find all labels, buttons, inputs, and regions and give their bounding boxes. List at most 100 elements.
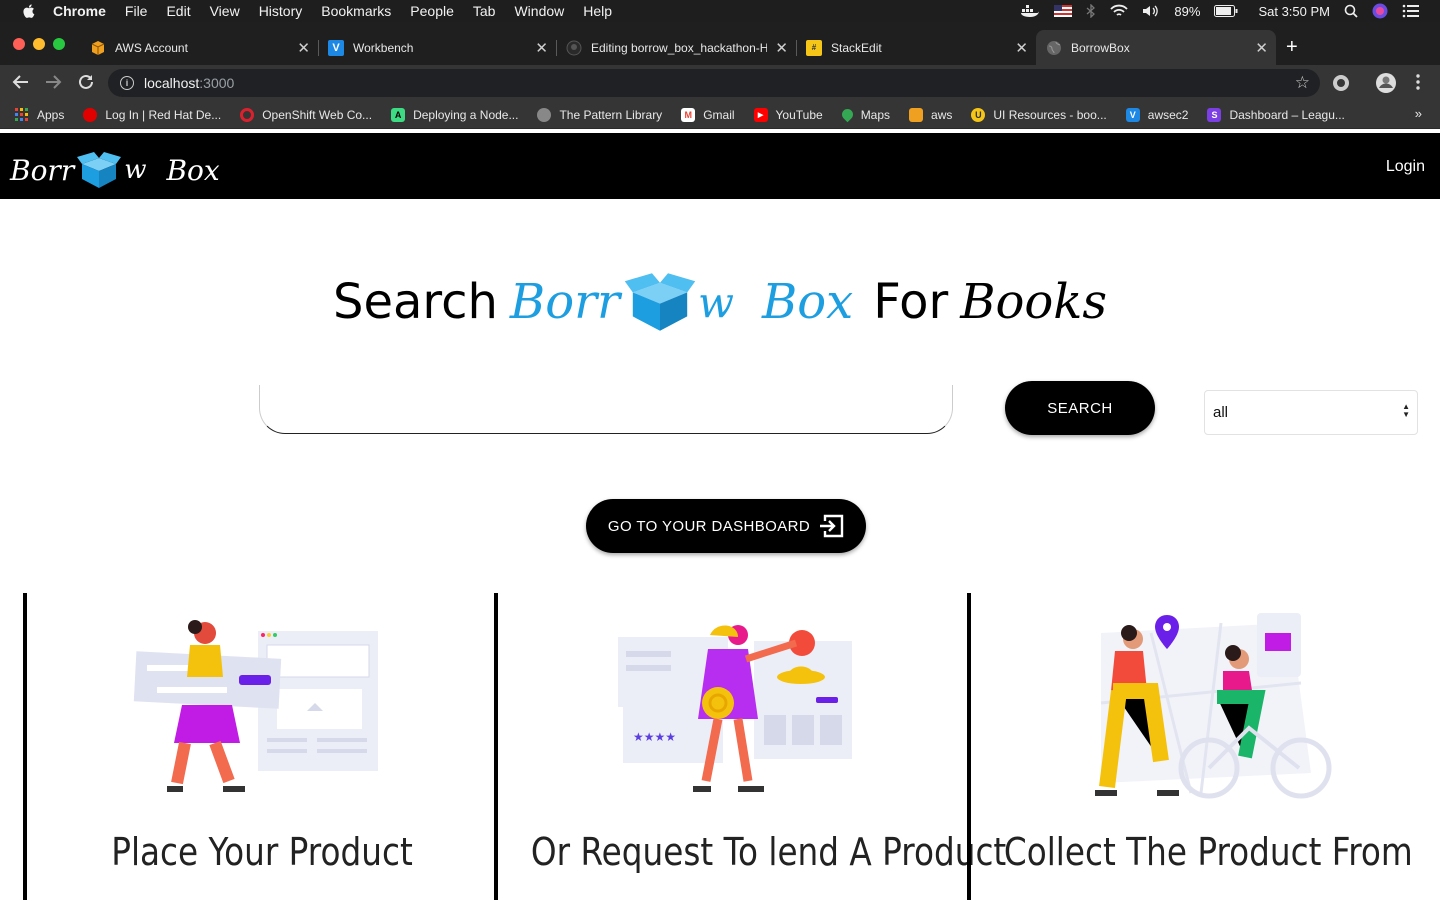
address-bar[interactable]: i localhost :3000 ☆ xyxy=(108,69,1320,97)
bookmark-deploying-node[interactable]: A Deploying a Node... xyxy=(391,107,518,122)
minimize-window-button[interactable] xyxy=(33,38,45,50)
chrome-menu-icon[interactable] xyxy=(1416,74,1420,94)
menu-edit[interactable]: Edit xyxy=(166,3,190,19)
bookmark-openshift[interactable]: OpenShift Web Co... xyxy=(240,107,373,122)
profile-avatar[interactable] xyxy=(1375,72,1397,98)
menu-chrome[interactable]: Chrome xyxy=(53,3,106,19)
redhat-icon xyxy=(83,107,98,122)
extension-icon[interactable] xyxy=(1332,74,1350,96)
hero-brand-left: Borr xyxy=(509,274,620,330)
search-input[interactable] xyxy=(259,385,953,434)
bookmarks-bar: Apps Log In | Red Hat De... OpenShift We… xyxy=(0,101,1440,129)
close-tab-icon[interactable]: ✕ xyxy=(1015,39,1028,57)
menu-tab[interactable]: Tab xyxy=(473,3,496,19)
s-logo-icon: S xyxy=(1207,107,1222,122)
menu-history[interactable]: History xyxy=(259,3,303,19)
apple-logo-icon[interactable] xyxy=(17,0,39,22)
reload-icon[interactable] xyxy=(77,73,95,95)
browser-toolbar: i localhost :3000 ☆ xyxy=(0,65,1440,101)
borrowbox-logo[interactable]: Borr w Box xyxy=(10,150,220,190)
close-tab-icon[interactable]: ✕ xyxy=(1255,39,1268,57)
feature-card-request-lend: ★★★★ Or Request To lend A Product xyxy=(494,593,1006,900)
url-host: localhost xyxy=(144,75,200,91)
bookmark-pattern-library[interactable]: The Pattern Library xyxy=(537,107,662,122)
category-select[interactable]: all ▲ ▼ xyxy=(1204,390,1418,435)
category-selected-value: all xyxy=(1213,404,1229,421)
apps-grid-icon xyxy=(15,107,29,122)
bookmark-label: UI Resources - boo... xyxy=(993,107,1107,122)
youtube-icon: ▶ xyxy=(753,107,768,122)
hero-brand-right: Box xyxy=(761,274,854,330)
url-port: :3000 xyxy=(199,75,235,91)
menu-file[interactable]: File xyxy=(125,3,148,19)
card-title: Collect The Product From xyxy=(1003,830,1413,874)
bookmark-label: Maps xyxy=(860,107,891,122)
new-tab-plus-icon[interactable]: + xyxy=(1286,37,1298,57)
bookmark-awsec2[interactable]: Vawsec2 xyxy=(1125,107,1189,122)
hero-for-word: For xyxy=(873,274,949,330)
bookmark-label: Gmail xyxy=(703,107,735,122)
open-box-icon xyxy=(76,150,122,190)
battery-percent: 89% xyxy=(1174,3,1201,19)
menu-bookmarks[interactable]: Bookmarks xyxy=(321,3,391,19)
bookmark-aws[interactable]: aws xyxy=(909,107,952,122)
logo-text-left: Borr xyxy=(10,153,75,187)
bluetooth-icon[interactable] xyxy=(1086,4,1096,18)
bookmark-star-icon[interactable]: ☆ xyxy=(1295,73,1310,93)
more-bookmarks-chevron-icon[interactable]: » xyxy=(1415,106,1422,121)
bookmark-ui-resources[interactable]: U UI Resources - boo... xyxy=(971,107,1107,122)
bookmark-maps[interactable]: Maps xyxy=(839,106,891,123)
menu-help[interactable]: Help xyxy=(583,3,612,19)
close-tab-icon[interactable]: ✕ xyxy=(297,39,310,57)
hero-heading: Search Borr w Box For Books xyxy=(0,262,1440,342)
search-button[interactable]: SEARCH xyxy=(1005,381,1155,435)
bookmark-dashboard-league[interactable]: S Dashboard – Leagu... xyxy=(1207,107,1345,122)
aws-box-icon xyxy=(90,40,106,56)
bookmark-gmail[interactable]: M Gmail xyxy=(681,107,735,122)
go-to-dashboard-button[interactable]: GO TO YOUR DASHBOARD xyxy=(586,499,866,553)
tab-stackedit[interactable]: # StackEdit ✕ xyxy=(796,30,1036,65)
us-flag-icon[interactable] xyxy=(1054,5,1073,17)
svg-text:★★★★: ★★★★ xyxy=(633,730,676,744)
menu-view[interactable]: View xyxy=(210,3,240,19)
tab-workbench[interactable]: V Workbench ✕ xyxy=(318,30,557,65)
aws-box-icon xyxy=(909,107,924,122)
back-arrow-icon[interactable] xyxy=(12,73,30,95)
forward-arrow-icon[interactable] xyxy=(44,73,62,95)
bookmark-label: Apps xyxy=(37,107,65,122)
logo-text-mid: w xyxy=(124,155,147,185)
hero-search-word: Search xyxy=(333,274,498,330)
tab-borrowbox[interactable]: BorrowBox ✕ xyxy=(1036,30,1276,65)
bookmark-redhat[interactable]: Log In | Red Hat De... xyxy=(83,107,221,122)
bookmark-apps[interactable]: Apps xyxy=(15,107,65,122)
github-icon xyxy=(566,40,582,56)
open-box-icon xyxy=(624,273,696,331)
menu-people[interactable]: People xyxy=(410,3,454,19)
v-logo-icon: V xyxy=(328,39,344,56)
wifi-icon[interactable] xyxy=(1110,4,1129,18)
close-window-button[interactable] xyxy=(13,38,25,50)
docker-icon[interactable] xyxy=(1020,4,1040,18)
notification-center-icon[interactable] xyxy=(1402,4,1420,18)
volume-icon[interactable] xyxy=(1142,4,1160,18)
close-tab-icon[interactable]: ✕ xyxy=(535,39,548,57)
hero-brand-mid: w xyxy=(697,277,734,327)
spotlight-search-icon[interactable] xyxy=(1344,4,1358,18)
tab-title: Editing borrow_box_hackathon-H xyxy=(591,40,767,55)
tab-aws-account[interactable]: AWS Account ✕ xyxy=(80,30,319,65)
logo-text-right: Box xyxy=(166,153,220,187)
openshift-icon xyxy=(240,107,255,122)
request-lend-illustration: ★★★★ xyxy=(618,625,852,792)
menu-window[interactable]: Window xyxy=(514,3,564,19)
bookmark-youtube[interactable]: ▶ YouTube xyxy=(753,107,823,122)
login-link[interactable]: Login xyxy=(1386,158,1425,176)
battery-icon[interactable] xyxy=(1214,5,1238,17)
bookmark-label: awsec2 xyxy=(1147,107,1189,122)
siri-icon[interactable] xyxy=(1372,3,1388,19)
clock[interactable]: Sat 3:50 PM xyxy=(1258,4,1330,19)
site-info-icon[interactable]: i xyxy=(120,76,134,90)
tab-editing-borrow-box[interactable]: Editing borrow_box_hackathon-H ✕ xyxy=(556,30,797,65)
zoom-window-button[interactable] xyxy=(53,38,65,50)
bookmark-label: OpenShift Web Co... xyxy=(262,107,373,122)
close-tab-icon[interactable]: ✕ xyxy=(775,39,788,57)
